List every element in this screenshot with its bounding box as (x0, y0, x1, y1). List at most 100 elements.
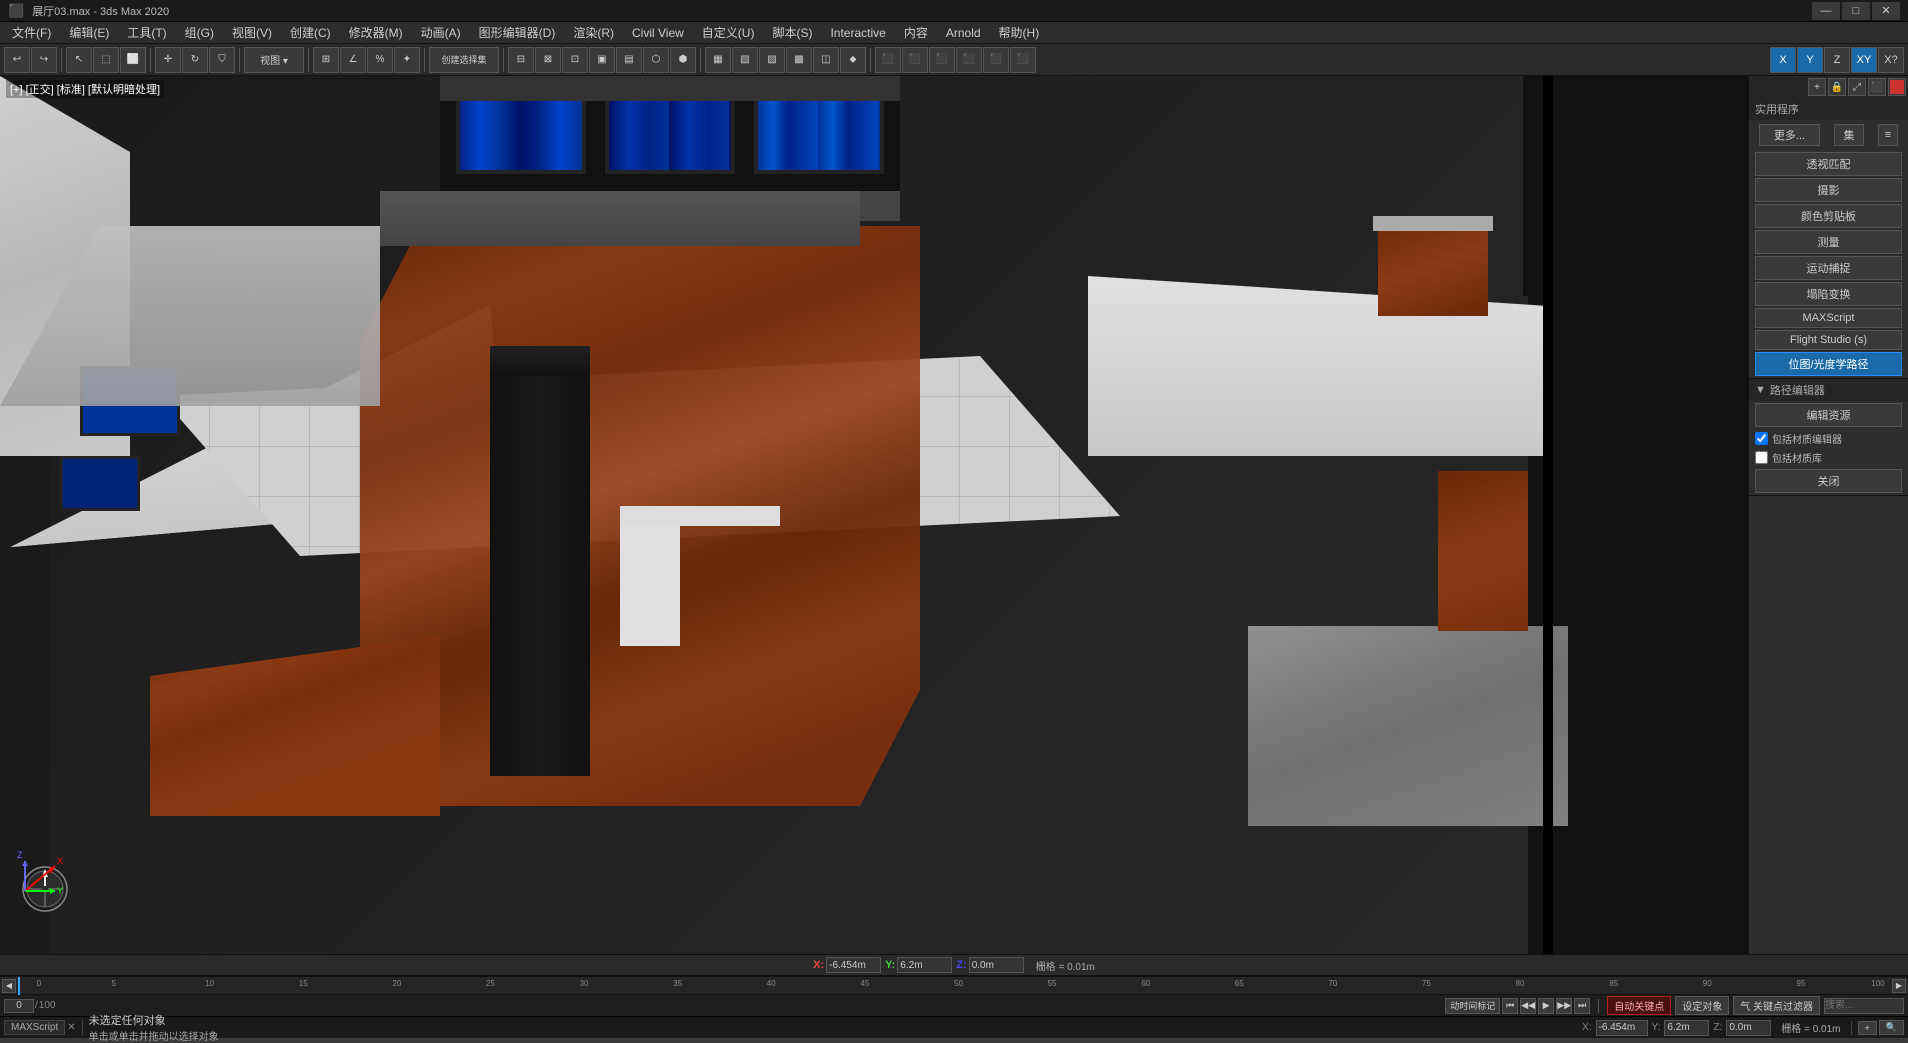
collapse-transform-btn[interactable]: 塌陷变换 (1755, 282, 1902, 306)
bind-space-warp[interactable]: ⬥ (840, 47, 866, 73)
perspective-match-btn[interactable]: 透视匹配 (1755, 152, 1902, 176)
close-button-panel[interactable]: 关闭 (1755, 469, 1902, 493)
z-coord-input[interactable] (969, 957, 1024, 973)
menu-icon-button[interactable]: ≡ (1878, 124, 1898, 146)
edit-resources-btn[interactable]: 编辑资源 (1755, 403, 1902, 427)
menu-modifiers[interactable]: 修改器(M) (341, 22, 411, 43)
render-iterative[interactable]: ⬛ (956, 47, 982, 73)
panel-move-icon[interactable]: ⤢ (1848, 78, 1866, 96)
panel-lock-icon[interactable]: 🔒 (1828, 78, 1846, 96)
xp-axis-button[interactable]: X? (1878, 47, 1904, 73)
panel-menu-icon[interactable]: ⬛ (1868, 78, 1886, 96)
add-time-tag-btn[interactable]: + (1858, 1021, 1877, 1035)
select-tool[interactable]: ↖ (66, 47, 92, 73)
menu-tools[interactable]: 工具(T) (119, 22, 174, 43)
unparent[interactable]: ◫ (813, 47, 839, 73)
status-y-input[interactable] (1664, 1020, 1709, 1036)
auto-key-button[interactable]: 自动关键点 (1607, 996, 1671, 1015)
menu-create[interactable]: 创建(C) (282, 22, 339, 43)
render-setup[interactable]: ⬛ (875, 47, 901, 73)
play-end-button[interactable]: ⏭ (1574, 998, 1590, 1014)
include-mat-editor-check[interactable] (1755, 432, 1768, 445)
bitmap-path-btn[interactable]: 位图/光度学路径 (1755, 352, 1902, 376)
menu-help[interactable]: 帮助(H) (991, 22, 1048, 43)
align-view[interactable]: ⊡ (562, 47, 588, 73)
menu-animation[interactable]: 动画(A) (413, 22, 469, 43)
menu-view[interactable]: 视图(V) (224, 22, 280, 43)
xy-axis-button[interactable]: XY (1851, 47, 1877, 73)
x-coord-input[interactable] (826, 957, 881, 973)
select-region[interactable]: ⬚ (93, 47, 119, 73)
play-button[interactable]: ▶ (1538, 998, 1554, 1014)
snap-toggle[interactable]: ⊞ (313, 47, 339, 73)
panel-plus-icon[interactable]: + (1808, 78, 1826, 96)
sets-button[interactable]: 集 (1834, 124, 1864, 146)
measure-btn[interactable]: 测量 (1755, 230, 1902, 254)
camera-match-btn[interactable]: 摄影 (1755, 178, 1902, 202)
timeline-prev-btn[interactable]: ◀ (2, 979, 16, 993)
select-scale[interactable]: ⛉ (209, 47, 235, 73)
clone-align[interactable]: ⬢ (670, 47, 696, 73)
status-search-btn[interactable]: 🔍 (1879, 1020, 1904, 1035)
timeline-ruler[interactable]: 0 5 10 15 20 25 30 35 40 45 50 55 60 65 … (18, 977, 1890, 995)
z-axis-button[interactable]: Z (1824, 47, 1850, 73)
quick-align[interactable]: ▤ (616, 47, 642, 73)
render-environment[interactable]: ⬛ (1010, 47, 1036, 73)
select-move[interactable]: ✛ (155, 47, 181, 73)
set-key-button[interactable]: 设定对象 (1675, 996, 1729, 1015)
maxscript-close[interactable]: ✕ (67, 1022, 75, 1033)
more-button[interactable]: 更多... (1759, 124, 1820, 146)
menu-file[interactable]: 文件(F) (4, 22, 59, 43)
edit-named-select[interactable]: 创建选择集 (429, 47, 499, 73)
redo-button[interactable]: ↪ (31, 47, 57, 73)
select-window[interactable]: ⬜ (120, 47, 146, 73)
y-coord-input[interactable] (897, 957, 952, 973)
spinner-snap[interactable]: ✦ (394, 47, 420, 73)
undo-button[interactable]: ↩ (4, 47, 30, 73)
viewport-3d[interactable]: [+] [正交] [标准] [默认明暗处理] (0, 76, 1748, 954)
layer-list[interactable]: ▨ (759, 47, 785, 73)
angle-snap[interactable]: ∠ (340, 47, 366, 73)
select-rotate[interactable]: ↻ (182, 47, 208, 73)
menu-content[interactable]: 内容 (896, 22, 936, 43)
time-tag-button[interactable]: 动时间标记 (1445, 998, 1500, 1014)
timeline-next-btn[interactable]: ▶ (1892, 979, 1906, 993)
close-button[interactable]: ✕ (1872, 2, 1900, 20)
motion-capture-btn[interactable]: 运动捕捉 (1755, 256, 1902, 280)
menu-civil-view[interactable]: Civil View (624, 24, 692, 42)
percent-snap[interactable]: % (367, 47, 393, 73)
align-normal[interactable]: ▣ (589, 47, 615, 73)
y-axis-button[interactable]: Y (1797, 47, 1823, 73)
menu-arnold[interactable]: Arnold (938, 24, 989, 42)
play-prev-frame[interactable]: ◀◀ (1520, 998, 1536, 1014)
menu-graph-editor[interactable]: 图形编辑器(D) (471, 22, 564, 43)
menu-group[interactable]: 组(G) (177, 22, 222, 43)
color-clipboard-btn[interactable]: 颜色剪贴板 (1755, 204, 1902, 228)
mirror-button[interactable]: ⊟ (508, 47, 534, 73)
menu-render[interactable]: 渲染(R) (565, 22, 622, 43)
render-production[interactable]: ⬛ (929, 47, 955, 73)
play-start-button[interactable]: ⏮ (1502, 998, 1518, 1014)
status-z-input[interactable] (1726, 1020, 1771, 1036)
align-button[interactable]: ⊠ (535, 47, 561, 73)
parent[interactable]: ▩ (786, 47, 812, 73)
search-filter-input[interactable] (1824, 998, 1904, 1014)
render-frame[interactable]: ⬛ (902, 47, 928, 73)
key-filter-button[interactable]: 气 关键点过滤器 (1733, 996, 1820, 1015)
menu-interactive[interactable]: Interactive (822, 24, 893, 42)
material-editor[interactable]: ⬛ (983, 47, 1009, 73)
menu-edit[interactable]: 编辑(E) (61, 22, 117, 43)
menu-customize[interactable]: 自定义(U) (694, 22, 763, 43)
current-frame-input[interactable] (4, 999, 34, 1013)
minimize-button[interactable]: — (1812, 2, 1840, 20)
view-dropdown[interactable]: 视图 ▾ (244, 47, 304, 73)
scene-explorer[interactable]: ▧ (732, 47, 758, 73)
flight-studio-btn[interactable]: Flight Studio (s) (1755, 330, 1902, 350)
include-mat-lib-check[interactable] (1755, 451, 1768, 464)
maximize-button[interactable]: □ (1842, 2, 1870, 20)
spacing-tool[interactable]: ⬡ (643, 47, 669, 73)
maxscript-util-btn[interactable]: MAXScript (1755, 308, 1902, 328)
layer-manager[interactable]: ▦ (705, 47, 731, 73)
color-swatch[interactable] (1890, 80, 1904, 94)
x-axis-button[interactable]: X (1770, 47, 1796, 73)
